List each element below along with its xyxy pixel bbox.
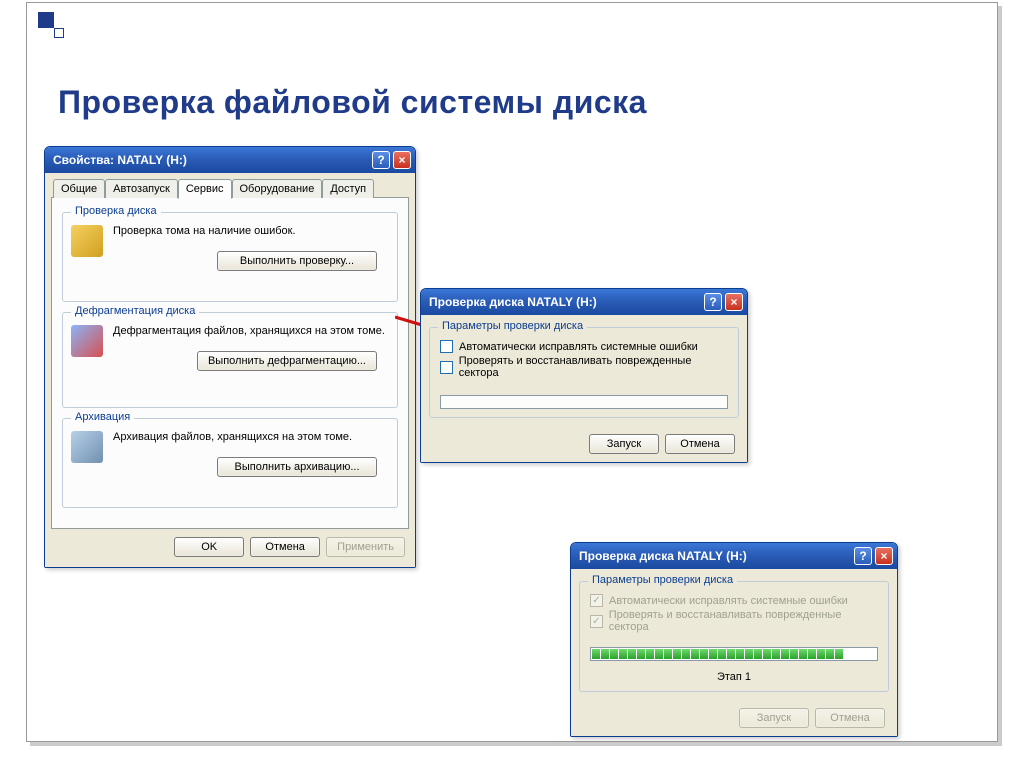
group-defrag: Дефрагментация диска Дефрагментация файл… <box>62 312 398 408</box>
group-params: Параметры проверки диска Автоматически и… <box>429 327 739 418</box>
start-button: Запуск <box>739 708 809 728</box>
checkbox-label: Проверять и восстанавливать поврежденные… <box>459 355 728 379</box>
corner-decoration <box>38 12 68 42</box>
close-button[interactable]: × <box>393 151 411 169</box>
titlebar[interactable]: Свойства: NATALY (H:) ? × <box>45 147 415 173</box>
group-params: Параметры проверки диска ✓ Автоматически… <box>579 581 889 692</box>
group-backup: Архивация Архивация файлов, хранящихся н… <box>62 418 398 508</box>
stage-label: Этап 1 <box>590 671 878 683</box>
group-legend: Архивация <box>71 411 134 423</box>
group-check-disk: Проверка диска Проверка тома на наличие … <box>62 212 398 302</box>
checkbox-recover-sectors: ✓ Проверять и восстанавливать поврежденн… <box>590 609 878 633</box>
run-backup-button[interactable]: Выполнить архивацию... <box>217 457 377 477</box>
tab-sharing[interactable]: Доступ <box>322 179 374 198</box>
window-title: Проверка диска NATALY (H:) <box>579 549 851 563</box>
tab-general[interactable]: Общие <box>53 179 105 198</box>
tab-autorun[interactable]: Автозапуск <box>105 179 178 198</box>
titlebar[interactable]: Проверка диска NATALY (H:) ? × <box>571 543 897 569</box>
group-legend: Проверка диска <box>71 205 161 217</box>
help-button[interactable]: ? <box>704 293 722 311</box>
progress-bar <box>590 647 878 661</box>
group-legend: Параметры проверки диска <box>588 574 737 586</box>
checkbox-label: Проверять и восстанавливать поврежденные… <box>609 609 878 633</box>
progress-bar <box>440 395 728 409</box>
checkbox-label: Автоматически исправлять системные ошибк… <box>609 595 848 607</box>
checkbox-fix-errors[interactable]: Автоматически исправлять системные ошибк… <box>440 340 728 353</box>
checkbox-icon: ✓ <box>590 594 603 607</box>
checkbox-fix-errors: ✓ Автоматически исправлять системные оши… <box>590 594 878 607</box>
check-disk-running-dialog: Проверка диска NATALY (H:) ? × Параметры… <box>570 542 898 737</box>
cancel-button: Отмена <box>815 708 885 728</box>
checkbox-icon: ✓ <box>590 615 603 628</box>
tab-panel-service: Проверка диска Проверка тома на наличие … <box>51 197 409 529</box>
checkbox-label: Автоматически исправлять системные ошибк… <box>459 341 698 353</box>
checkbox-recover-sectors[interactable]: Проверять и восстанавливать поврежденные… <box>440 355 728 379</box>
start-button[interactable]: Запуск <box>589 434 659 454</box>
close-button[interactable]: × <box>875 547 893 565</box>
group-description: Архивация файлов, хранящихся на этом том… <box>113 431 387 443</box>
cancel-button[interactable]: Отмена <box>250 537 320 557</box>
defrag-icon <box>71 325 103 357</box>
run-defrag-button[interactable]: Выполнить дефрагментацию... <box>197 351 377 371</box>
tab-hardware[interactable]: Оборудование <box>232 179 323 198</box>
tabstrip: Общие Автозапуск Сервис Оборудование Дос… <box>51 179 409 198</box>
backup-icon <box>71 431 103 463</box>
window-title: Свойства: NATALY (H:) <box>53 153 369 167</box>
apply-button: Применить <box>326 537 405 557</box>
disk-properties-window: Свойства: NATALY (H:) ? × Общие Автозапу… <box>44 146 416 568</box>
close-button[interactable]: × <box>725 293 743 311</box>
group-legend: Дефрагментация диска <box>71 305 199 317</box>
check-disk-dialog: Проверка диска NATALY (H:) ? × Параметры… <box>420 288 748 463</box>
group-description: Дефрагментация файлов, хранящихся на это… <box>113 325 387 337</box>
group-legend: Параметры проверки диска <box>438 320 587 332</box>
group-description: Проверка тома на наличие ошибок. <box>113 225 387 237</box>
checkbox-icon <box>440 340 453 353</box>
ok-button[interactable]: OK <box>174 537 244 557</box>
titlebar[interactable]: Проверка диска NATALY (H:) ? × <box>421 289 747 315</box>
help-button[interactable]: ? <box>372 151 390 169</box>
cancel-button[interactable]: Отмена <box>665 434 735 454</box>
checkbox-icon <box>440 361 453 374</box>
run-check-button[interactable]: Выполнить проверку... <box>217 251 377 271</box>
window-title: Проверка диска NATALY (H:) <box>429 295 701 309</box>
disk-check-icon <box>71 225 103 257</box>
slide-title: Проверка файловой системы диска <box>58 84 647 121</box>
help-button[interactable]: ? <box>854 547 872 565</box>
tab-service[interactable]: Сервис <box>178 179 232 199</box>
